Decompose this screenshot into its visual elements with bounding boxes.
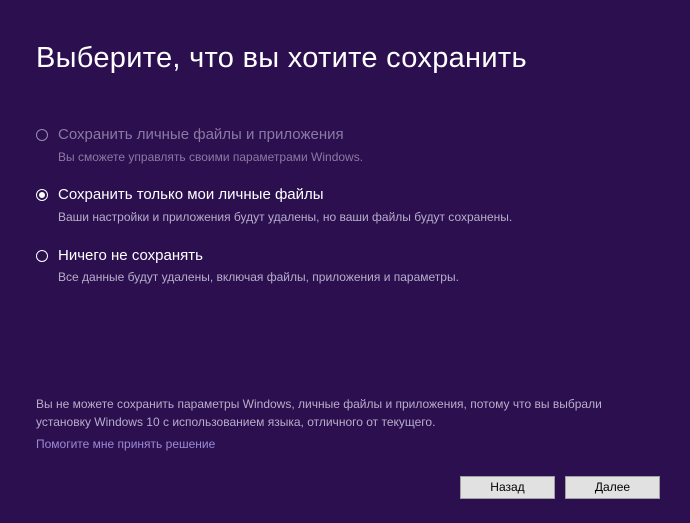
option-keep-files-apps: Сохранить личные файлы и приложения Вы с… (36, 125, 654, 165)
option-label: Ничего не сохранять (58, 246, 654, 266)
radio-icon (36, 129, 48, 141)
help-link[interactable]: Помогите мне принять решение (36, 437, 215, 451)
page-title: Выберите, что вы хотите сохранить (36, 42, 654, 75)
option-description: Вы сможете управлять своими параметрами … (58, 149, 654, 166)
option-text: Сохранить личные файлы и приложения Вы с… (58, 125, 654, 165)
option-keep-nothing[interactable]: Ничего не сохранять Все данные будут уда… (36, 246, 654, 286)
option-description: Все данные будут удалены, включая файлы,… (58, 269, 654, 286)
button-bar: Назад Далее (460, 476, 660, 499)
info-message: Вы не можете сохранить параметры Windows… (36, 395, 654, 431)
option-label: Сохранить только мои личные файлы (58, 185, 654, 205)
radio-icon (36, 189, 48, 201)
option-text: Сохранить только мои личные файлы Ваши н… (58, 185, 654, 225)
next-button[interactable]: Далее (565, 476, 660, 499)
option-text: Ничего не сохранять Все данные будут уда… (58, 246, 654, 286)
back-button[interactable]: Назад (460, 476, 555, 499)
option-label: Сохранить личные файлы и приложения (58, 125, 654, 145)
option-keep-files-only[interactable]: Сохранить только мои личные файлы Ваши н… (36, 185, 654, 225)
options-group: Сохранить личные файлы и приложения Вы с… (36, 125, 654, 286)
radio-icon (36, 250, 48, 262)
option-description: Ваши настройки и приложения будут удален… (58, 209, 654, 226)
